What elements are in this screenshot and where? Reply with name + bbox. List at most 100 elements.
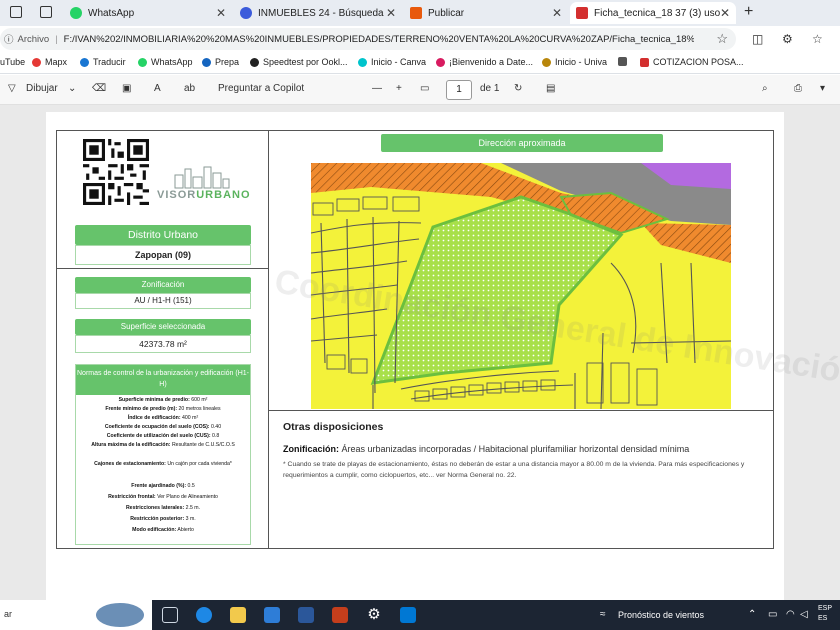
powerpoint-icon[interactable] — [332, 607, 348, 623]
tab-overview-icon[interactable] — [40, 6, 52, 18]
footnote: * Cuando se trate de playas de estaciona… — [283, 461, 745, 479]
wind-icon: ≈ — [600, 609, 606, 620]
bookmark-prepa[interactable]: Prepa — [202, 57, 239, 67]
search-illustration-icon — [96, 603, 144, 627]
file-explorer-icon[interactable] — [230, 607, 246, 623]
task-view-icon[interactable] — [162, 607, 178, 623]
zoning-map — [311, 163, 731, 409]
bookmark-label: Prepa — [215, 57, 240, 67]
norma-row: Índice de edificación: 400 m² — [127, 415, 199, 421]
page-icon — [410, 7, 422, 19]
bookmark-youtube[interactable]: uTube — [0, 57, 25, 67]
divider: | — [55, 33, 58, 45]
tab-ficha-pdf[interactable]: Ficha_tecnica_18 37 (3) uso de su ✕ — [570, 2, 736, 24]
edge-icon[interactable] — [196, 607, 212, 623]
draw-button[interactable]: Dibujar — [26, 83, 58, 94]
address-bar[interactable]: ⓘ Archivo | F:/IVAN%202/INMOBILIARIA%20%… — [0, 28, 736, 50]
otras-disposiciones-title: Otras disposiciones — [283, 421, 384, 433]
zoom-in-button[interactable]: + — [396, 83, 402, 94]
bookmark-cotizacion[interactable]: COTIZACION POSA... — [640, 57, 744, 67]
page-number-input[interactable]: 1 — [446, 80, 472, 100]
divider — [269, 410, 773, 411]
tab-publicar[interactable]: Publicar ✕ — [404, 2, 568, 24]
norma-row: Restricciones laterales: 2.5 m. — [125, 505, 201, 511]
canva-icon — [358, 57, 367, 67]
close-icon[interactable]: ✕ — [720, 6, 730, 20]
close-icon[interactable]: ✕ — [552, 6, 562, 20]
wifi-icon[interactable]: ◠ — [786, 609, 795, 620]
read-aloud-icon[interactable]: A — [154, 83, 161, 94]
norma-row: Restricción frontal: Ver Plano de Alinea… — [108, 494, 218, 500]
visor-urbano-skyline-logo — [174, 166, 230, 189]
print-icon[interactable]: ⎙ — [794, 83, 802, 94]
close-icon[interactable]: ✕ — [216, 6, 226, 20]
bookmark-label: Mapx — [45, 57, 68, 67]
language-indicator[interactable]: ESP ES — [818, 604, 832, 624]
favorites-icon[interactable]: ☆ — [812, 32, 823, 46]
bookmark-translate[interactable]: Traducir — [80, 57, 126, 67]
settings-gear-icon[interactable]: ⚙ — [366, 607, 382, 623]
zonificacion-label: Zonificación — [75, 277, 251, 293]
fit-page-icon[interactable]: ▭ — [420, 83, 429, 94]
zonificacion-value: AU / H1-H (151) — [75, 293, 251, 309]
norma-row: Cajones de estacionamiento: Un cajón por… — [94, 461, 232, 467]
tab-inmuebles[interactable]: INMUEBLES 24 - Búsqueda ✕ — [234, 2, 402, 24]
translate-icon[interactable]: ab — [184, 83, 195, 94]
bookmark-univa[interactable]: Inicio - Univa — [542, 57, 607, 67]
two-page-icon[interactable]: ▤ — [546, 83, 555, 94]
bookmark-icon — [436, 57, 445, 67]
distrito-urbano-value: Zapopan (09) — [75, 245, 251, 265]
qr-code-icon — [83, 139, 149, 205]
bookmark-folder[interactable] — [618, 57, 631, 66]
pdf-icon — [640, 57, 649, 67]
norma-row: Restricción posterior: 3 m. — [130, 516, 196, 522]
battery-icon[interactable]: ▭ — [768, 609, 777, 620]
globe-icon — [202, 57, 211, 67]
bookmark-label: ¡Bienvenido a Date... — [449, 57, 534, 67]
draw-icon[interactable]: ▽ — [8, 83, 16, 94]
norma-row: Superficie mínima de predio: 600 m² — [118, 397, 208, 403]
folder-icon — [618, 57, 627, 66]
search-icon[interactable]: ⌕ — [762, 83, 768, 94]
split-screen-icon[interactable]: ◫ — [752, 32, 763, 46]
bookmark-canva[interactable]: Inicio - Canva — [358, 57, 426, 67]
weather-text[interactable]: Pronóstico de vientos — [618, 610, 704, 620]
school-icon — [542, 57, 551, 67]
tab-title: WhatsApp — [88, 7, 135, 19]
tab-title: INMUEBLES 24 - Búsqueda — [258, 7, 384, 19]
copilot-button[interactable]: Preguntar a Copilot — [218, 83, 304, 94]
bookmark-bienvenido[interactable]: ¡Bienvenido a Date... — [436, 57, 533, 67]
zonificacion-description: Zonificación: Áreas urbanizadas incorpor… — [283, 444, 690, 454]
new-tab-button[interactable]: + — [744, 3, 753, 21]
whatsapp-icon — [70, 7, 82, 19]
info-icon[interactable]: ⓘ — [4, 32, 14, 46]
bookmark-maps[interactable]: Mapx — [32, 57, 67, 67]
tab-title: Publicar — [428, 7, 465, 19]
outlook-icon[interactable] — [400, 607, 416, 623]
extensions-icon[interactable]: ⚙ — [782, 32, 793, 46]
bookmark-whatsapp[interactable]: WhatsApp — [138, 57, 193, 67]
zoom-out-button[interactable]: — — [372, 83, 382, 94]
page-total: de 1 — [480, 83, 500, 94]
normas-panel: Normas de control de la urbanización y e… — [75, 364, 251, 545]
taskbar: ar ⚙ ≈ Pronóstico de vientos ⌃ ▭ ◠ ◁ ESP… — [0, 600, 840, 630]
ficha-tecnica: VISORURBANO Distrito Urbano Zapopan (09)… — [56, 130, 840, 549]
store-icon[interactable] — [264, 607, 280, 623]
whatsapp-icon — [138, 57, 147, 67]
chevron-up-icon[interactable]: ⌃ — [748, 609, 756, 620]
norma-row: Coeficiente de ocupación del suelo (COS)… — [104, 424, 222, 430]
word-icon[interactable] — [298, 607, 314, 623]
close-icon[interactable]: ✕ — [386, 6, 396, 20]
bookmark-speedtest[interactable]: Speedtest por Ookl... — [250, 57, 348, 67]
chevron-down-icon[interactable]: ⌄ — [68, 83, 76, 94]
save-icon[interactable]: ▾ — [820, 83, 825, 94]
star-icon[interactable]: ☆ — [716, 31, 728, 47]
visor-urbano-logo: VISORURBANO — [157, 189, 251, 201]
tab-actions-icon[interactable] — [10, 6, 22, 18]
tab-whatsapp[interactable]: WhatsApp ✕ — [64, 2, 232, 24]
rotate-icon[interactable]: ↻ — [514, 83, 522, 94]
volume-icon[interactable]: ◁ — [800, 609, 808, 620]
page-view-icon[interactable]: ▣ — [122, 83, 131, 94]
eraser-icon[interactable]: ⌫ — [92, 83, 106, 94]
norma-row: Frente ajardinado (%): 0.5 — [131, 483, 195, 489]
